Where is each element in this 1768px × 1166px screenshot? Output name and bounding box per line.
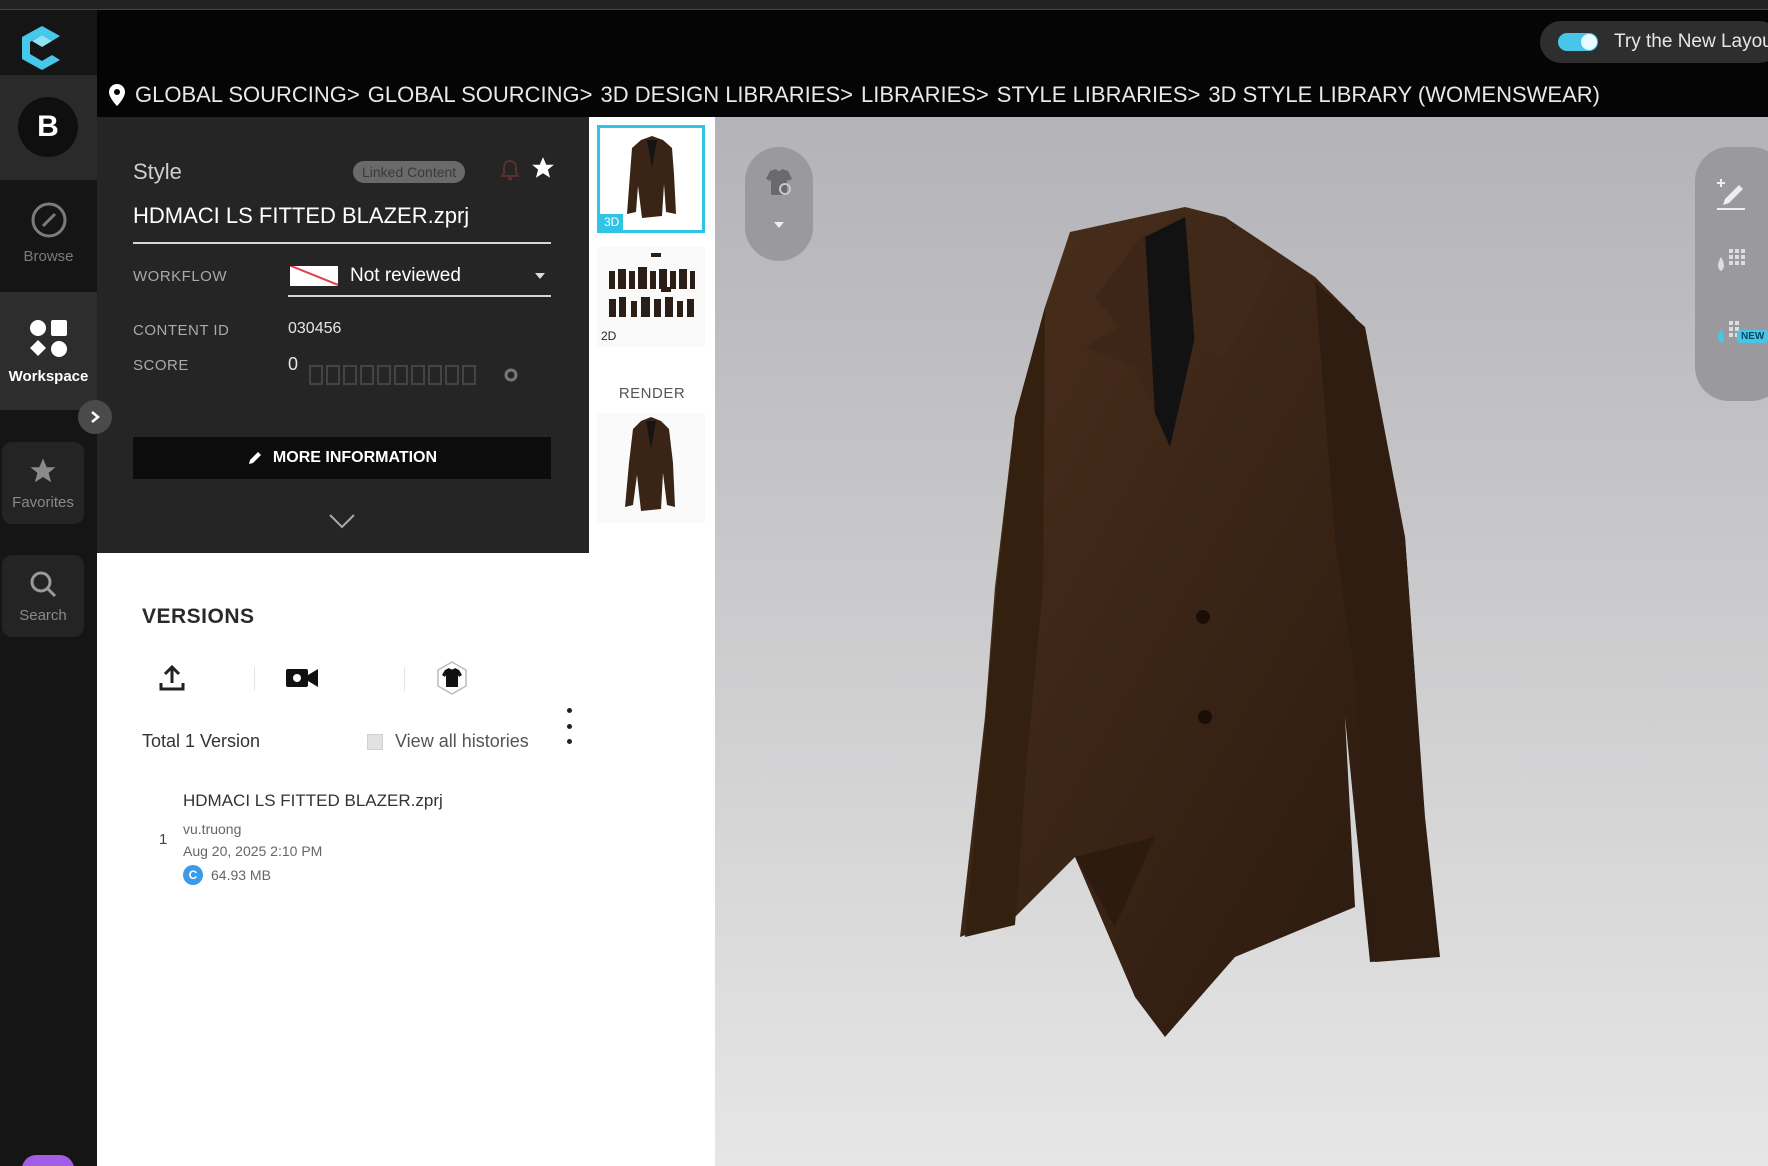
breadcrumb-item[interactable]: GLOBAL SOURCING> xyxy=(135,82,360,108)
view-all-histories-checkbox[interactable]: View all histories xyxy=(367,731,529,752)
breadcrumb-item[interactable]: GLOBAL SOURCING> xyxy=(368,82,593,108)
rail-item-workspace[interactable]: Workspace xyxy=(0,292,97,410)
search-icon xyxy=(30,571,57,597)
total-versions: Total 1 Version xyxy=(142,731,261,751)
rail-item-favorites[interactable]: Favorites xyxy=(2,442,84,524)
blazer-3d-model xyxy=(960,207,1440,1037)
rail-item-label: Search xyxy=(19,606,67,624)
workspace-icon xyxy=(29,319,67,357)
window-top-bar xyxy=(0,0,1768,10)
toggle-switch[interactable] xyxy=(1558,33,1598,51)
location-pin-icon xyxy=(109,84,125,106)
render-label: RENDER xyxy=(618,385,686,402)
content-type-label: Style xyxy=(133,159,182,184)
view-all-histories-label: View all histories xyxy=(395,731,529,751)
breadcrumb-item[interactable]: 3D DESIGN LIBRARIES> xyxy=(601,82,853,108)
tag-2d: 2D xyxy=(601,329,617,343)
rail-item-browse[interactable]: Browse xyxy=(0,200,97,290)
star-icon xyxy=(30,458,56,482)
divider xyxy=(133,242,551,244)
upload-version-button[interactable] xyxy=(142,653,202,703)
breadcrumb-item[interactable]: LIBRARIES> xyxy=(861,82,989,108)
divider xyxy=(404,667,405,691)
avatar-garment-button[interactable] xyxy=(422,653,482,703)
compass-icon xyxy=(31,202,66,238)
record-video-button[interactable] xyxy=(272,653,332,703)
score-box[interactable] xyxy=(377,365,391,385)
jacket-render-icon xyxy=(625,417,675,511)
app-logo-icon[interactable] xyxy=(14,20,70,76)
caret-down-icon xyxy=(535,273,545,279)
rail-item-label: Browse xyxy=(23,248,74,265)
upload-icon xyxy=(159,664,185,691)
version-size: C 64.93 MB xyxy=(183,865,271,885)
workflow-status-swatch xyxy=(290,266,338,286)
version-date: Aug 20, 2025 2:10 PM xyxy=(183,843,323,859)
video-camera-icon xyxy=(286,669,318,687)
score-label: SCORE xyxy=(133,357,189,374)
top-header: Try the New Layout xyxy=(97,10,1768,73)
score-rating[interactable] xyxy=(309,365,476,385)
content-id-label: CONTENT ID xyxy=(133,322,230,339)
thumbnail-3d[interactable]: 3D xyxy=(597,125,705,233)
version-size-value: 64.93 MB xyxy=(211,867,271,883)
more-options-icon[interactable] xyxy=(563,708,575,744)
breadcrumb: GLOBAL SOURCING> GLOBAL SOURCING> 3D DES… xyxy=(97,73,1768,117)
content-id-value: 030456 xyxy=(288,320,342,337)
score-box[interactable] xyxy=(326,365,340,385)
thumbnail-2d[interactable]: 2D xyxy=(597,247,705,347)
score-box[interactable] xyxy=(462,365,476,385)
favorite-star-icon[interactable] xyxy=(530,155,556,181)
checkbox[interactable] xyxy=(367,733,383,750)
chevron-down-icon[interactable] xyxy=(327,512,357,530)
avatar[interactable]: B xyxy=(18,97,78,157)
app-window: B Browse Workspace Favorites Search Try … xyxy=(0,0,1768,1166)
style-filename: HDMACI LS FITTED BLAZER.zprj xyxy=(133,203,470,228)
score-box[interactable] xyxy=(445,365,459,385)
score-box[interactable] xyxy=(411,365,425,385)
score-box[interactable] xyxy=(394,365,408,385)
versions-title: VERSIONS xyxy=(142,605,255,628)
rail-item-label: Workspace xyxy=(8,367,89,385)
rail-item-search[interactable]: Search xyxy=(2,555,84,637)
breadcrumb-item[interactable]: 3D STYLE LIBRARY (WOMENSWEAR) xyxy=(1208,82,1600,108)
score-box[interactable] xyxy=(428,365,442,385)
style-info-panel: Style Linked Content HDMACI LS FITTED BL… xyxy=(97,117,589,553)
pencil-icon xyxy=(248,452,261,464)
linked-content-badge: Linked Content xyxy=(353,161,466,183)
try-new-layout-label: Try the New Layout xyxy=(1614,31,1768,52)
divider xyxy=(254,667,255,691)
chevron-right-icon xyxy=(91,411,100,423)
versions-panel: VERSIONS Total 1 Version View all histor… xyxy=(97,553,589,1166)
score-value: 0 xyxy=(288,354,299,374)
chat-launcher-button[interactable] xyxy=(22,1155,74,1166)
view-thumbnail-strip: 3D 2D RENDER xyxy=(589,117,715,1166)
workflow-value: Not reviewed xyxy=(350,265,461,286)
score-box[interactable] xyxy=(309,365,323,385)
left-rail: B Browse Workspace Favorites Search xyxy=(0,10,97,1166)
version-filename: HDMACI LS FITTED BLAZER.zprj xyxy=(183,791,443,810)
version-actions xyxy=(142,653,542,703)
workflow-label: WORKFLOW xyxy=(133,268,227,285)
3d-viewer[interactable]: NEW xyxy=(715,117,1768,1166)
thumbnail-render[interactable] xyxy=(597,413,705,523)
try-new-layout-toggle[interactable]: Try the New Layout xyxy=(1540,21,1768,63)
rail-item-label: Favorites xyxy=(12,493,74,511)
more-information-button[interactable]: MORE INFORMATION xyxy=(133,437,551,479)
expand-rail-button[interactable] xyxy=(78,400,112,434)
tag-3d: 3D xyxy=(600,214,624,230)
more-information-label: MORE INFORMATION xyxy=(272,449,438,466)
bell-icon[interactable] xyxy=(501,159,519,181)
workflow-select[interactable]: Not reviewed xyxy=(288,257,551,297)
gear-icon[interactable] xyxy=(503,367,519,383)
clo-file-icon: C xyxy=(183,865,203,885)
account-section[interactable]: B xyxy=(0,75,97,180)
garment-icon xyxy=(437,661,467,695)
breadcrumb-item[interactable]: STYLE LIBRARIES> xyxy=(997,82,1201,108)
version-user: vu.truong xyxy=(183,821,242,837)
score-box[interactable] xyxy=(343,365,357,385)
score-box[interactable] xyxy=(360,365,374,385)
version-number: 1 xyxy=(159,831,168,848)
